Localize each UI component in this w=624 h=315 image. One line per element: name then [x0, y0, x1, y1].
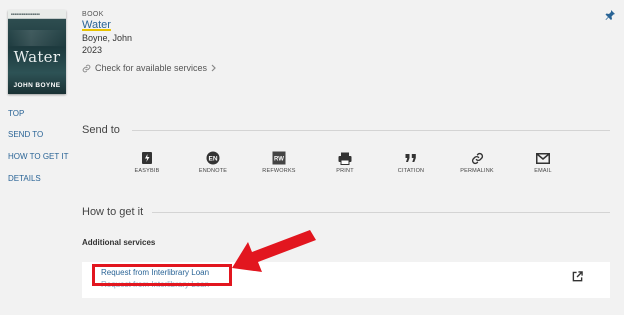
nav-send-to[interactable]: SEND TO [8, 130, 43, 139]
book-cover[interactable]: ■■■■■■■■■■■■■■■■ Water JOHN BOYNE [8, 10, 66, 94]
how-to-get-divider [152, 212, 610, 213]
cover-title: Water [13, 48, 61, 66]
print-label: PRINT [336, 168, 354, 174]
easybib-action[interactable]: EASYBIB [124, 150, 170, 174]
print-icon [322, 150, 368, 166]
svg-text:RW: RW [274, 156, 284, 162]
email-icon [520, 150, 566, 166]
email-action[interactable]: EMAIL [520, 150, 566, 174]
cover-author: JOHN BOYNE [13, 82, 61, 89]
how-to-get-heading: How to get it [82, 206, 144, 218]
citation-action[interactable]: CITATION [388, 150, 434, 174]
endnote-label: ENDNOTE [198, 168, 228, 174]
easybib-label: EASYBIB [134, 168, 160, 174]
permalink-label: PERMALINK [460, 168, 494, 174]
check-services-link[interactable]: Check for available services [82, 63, 217, 73]
pin-icon[interactable] [604, 8, 616, 26]
permalink-action[interactable]: PERMALINK [454, 150, 500, 174]
print-action[interactable]: PRINT [322, 150, 368, 174]
link-icon [82, 64, 91, 73]
refworks-label: REFWORKS [262, 168, 296, 174]
endnote-icon: EN [190, 150, 236, 166]
resource-type: BOOK [82, 11, 104, 18]
citation-icon [388, 150, 434, 166]
send-to-heading: Send to [82, 124, 120, 136]
cover-tagline: ■■■■■■■■■■■■■■■■ [11, 12, 40, 16]
highlight-box [92, 264, 232, 286]
refworks-action[interactable]: RW REFWORKS [256, 150, 302, 174]
citation-label: CITATION [397, 168, 425, 174]
record-author: Boyne, John [82, 33, 133, 43]
refworks-icon: RW [256, 150, 302, 166]
svg-text:EN: EN [208, 155, 217, 162]
nav-details[interactable]: DETAILS [8, 174, 41, 183]
cover-wave [8, 30, 66, 46]
email-label: EMAIL [534, 168, 552, 174]
record-year: 2023 [82, 45, 103, 55]
additional-services-heading: Additional services [82, 238, 156, 247]
chevron-right-icon [211, 64, 217, 72]
easybib-icon [124, 150, 170, 166]
send-to-divider [132, 130, 610, 131]
nav-how-to-get-it[interactable]: HOW TO GET IT [8, 152, 68, 161]
endnote-action[interactable]: EN ENDNOTE [190, 150, 236, 174]
record-title-link[interactable]: Water [82, 19, 111, 31]
check-services-label: Check for available services [95, 63, 208, 73]
red-arrow-icon [228, 224, 318, 289]
permalink-icon [454, 150, 500, 166]
external-link-icon[interactable] [572, 269, 583, 287]
nav-top[interactable]: TOP [8, 109, 24, 118]
